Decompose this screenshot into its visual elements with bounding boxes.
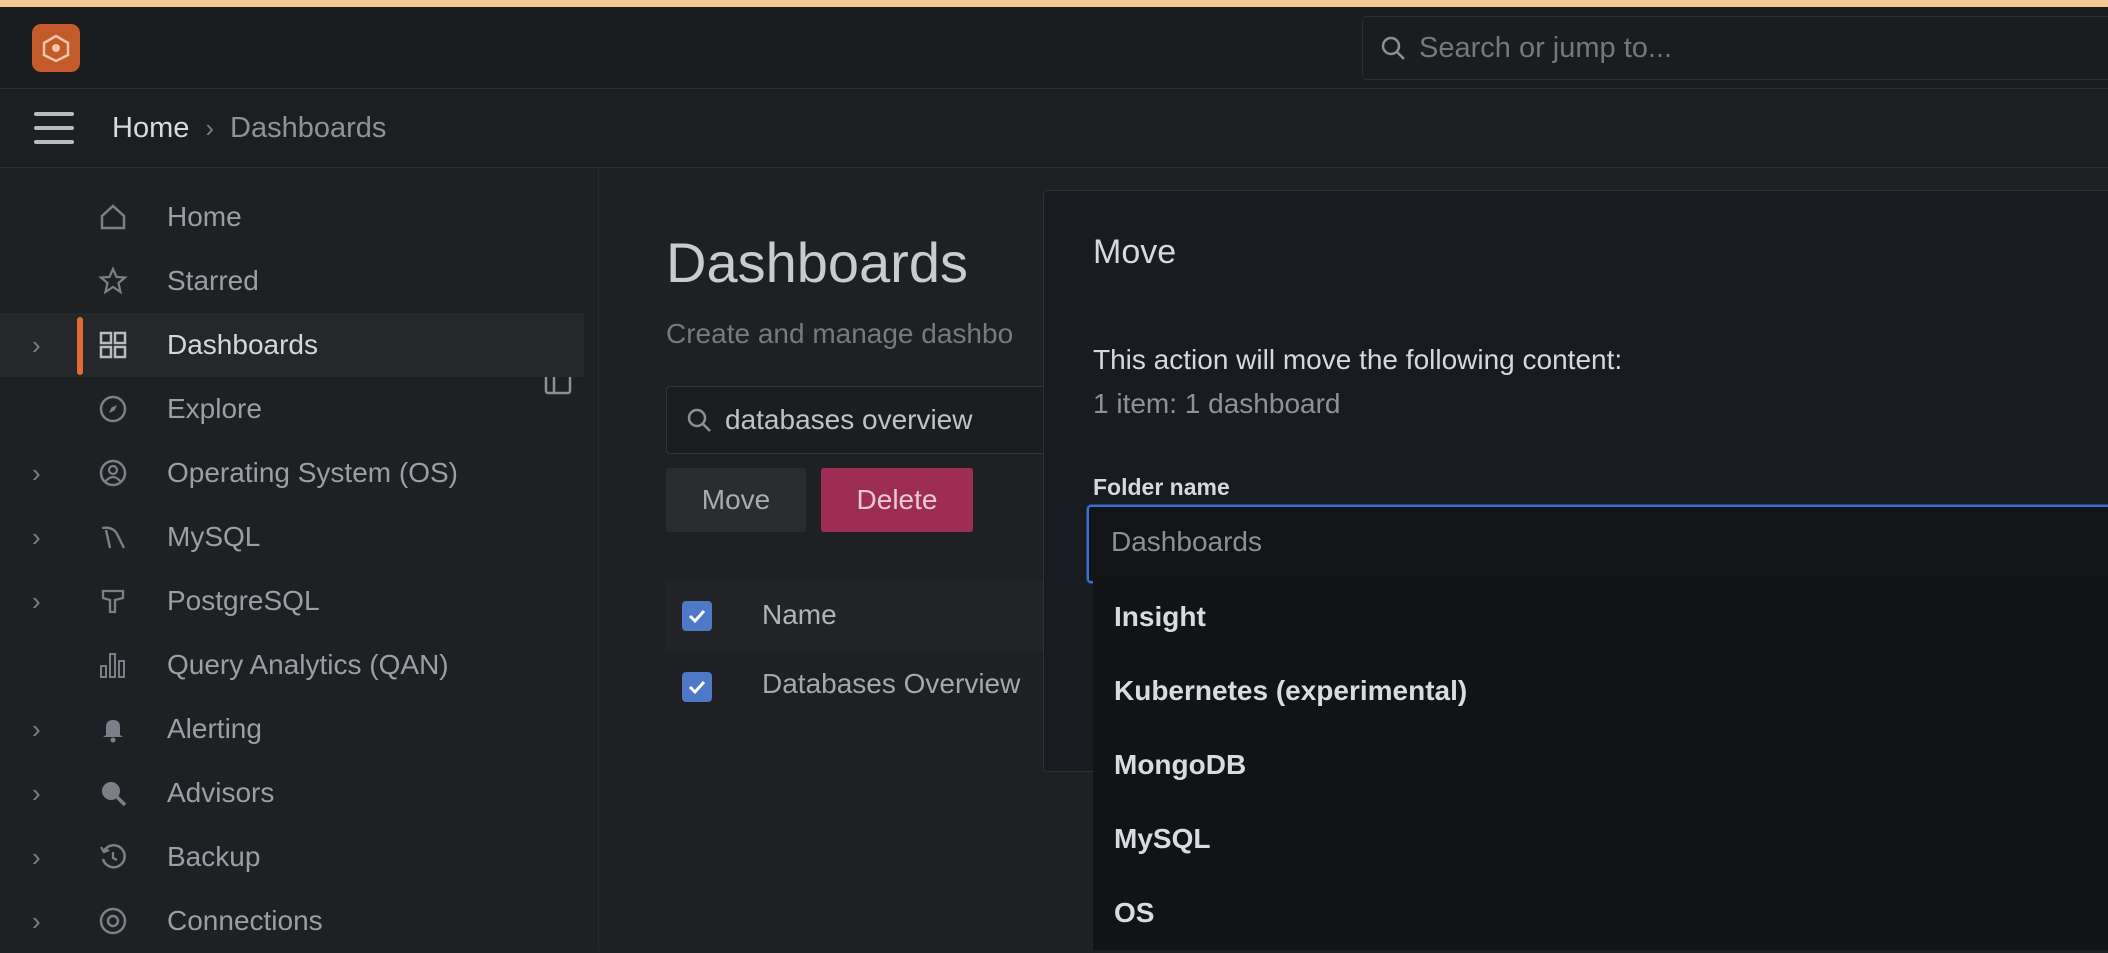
folder-option[interactable]: Kubernetes (experimental) — [1114, 675, 1467, 707]
sidebar-item-label: Connections — [167, 905, 323, 936]
page-subtitle: Create and manage dashbo — [666, 318, 1014, 349]
folder-name-label: Folder name — [1093, 474, 1230, 500]
sidebar-item-label: Starred — [167, 265, 259, 296]
search-icon — [685, 406, 713, 434]
sidebar-item-label: Home — [167, 201, 242, 232]
sidebar-item-label: Advisors — [167, 777, 275, 808]
chevron-right-icon[interactable]: › — [32, 586, 41, 617]
sidebar-item-home[interactable]: Home — [0, 185, 584, 249]
page-title: Dashboards — [666, 231, 968, 294]
sidebar-item-label: Explore — [167, 393, 262, 424]
sidebar-item-label: Dashboards — [167, 329, 318, 360]
chevron-right-icon[interactable]: › — [32, 906, 41, 937]
dashboard-search-value: databases overview — [725, 404, 973, 435]
select-all-checkbox[interactable] — [682, 601, 712, 631]
move-button[interactable]: Move — [666, 468, 806, 532]
sidebar-item-advisors[interactable]: › Advisors — [0, 761, 584, 825]
sidebar-item-label: Alerting — [167, 713, 262, 744]
modal-description: This action will move the following cont… — [1093, 344, 1623, 375]
chevron-right-icon[interactable]: › — [32, 842, 41, 873]
breadcrumb-current: Dashboards — [230, 111, 387, 144]
sidebar-item-connections[interactable]: › Connections — [0, 889, 584, 953]
chevron-right-icon[interactable]: › — [32, 458, 41, 489]
folder-option[interactable]: Insight — [1114, 601, 1206, 633]
row-checkbox[interactable] — [682, 672, 712, 702]
global-search-input[interactable]: Search or jump to... — [1362, 16, 2108, 80]
backup-icon — [96, 840, 130, 874]
menu-hamburger-icon[interactable] — [34, 112, 74, 144]
folder-option[interactable]: MongoDB — [1114, 749, 1246, 781]
advisors-icon — [96, 776, 130, 810]
folder-option[interactable]: OS — [1114, 897, 1154, 929]
sidebar-item-label: Backup — [167, 841, 261, 872]
qan-bars-icon — [96, 648, 130, 682]
sidebar-item-qan[interactable]: Query Analytics (QAN) — [0, 633, 584, 697]
folder-dropdown: Insight Kubernetes (experimental) MongoD… — [1093, 581, 2108, 950]
home-icon — [96, 200, 130, 234]
sidebar-item-starred[interactable]: Starred — [0, 249, 584, 313]
apps-grid-icon — [96, 328, 130, 362]
sidebar-item-backup[interactable]: › Backup — [0, 825, 584, 889]
top-accent-stripe — [0, 0, 2108, 7]
sidebar: Home Starred › Dashboards Explore › Oper… — [0, 168, 599, 950]
connections-icon — [96, 904, 130, 938]
mysql-icon — [96, 520, 130, 554]
sidebar-item-label: Query Analytics (QAN) — [167, 649, 449, 680]
folder-name-input[interactable]: Dashboards — [1087, 505, 2108, 583]
sidebar-item-os[interactable]: › Operating System (OS) — [0, 441, 584, 505]
chevron-right-icon[interactable]: › — [32, 330, 41, 361]
active-indicator — [77, 317, 83, 375]
postgresql-icon — [96, 584, 130, 618]
chevron-right-icon[interactable]: › — [32, 714, 41, 745]
sidebar-item-label: MySQL — [167, 521, 261, 552]
chevron-right-icon[interactable]: › — [32, 778, 41, 809]
pmm-logo-icon[interactable] — [32, 24, 80, 72]
sidebar-item-postgresql[interactable]: › PostgreSQL — [0, 569, 584, 633]
sidebar-item-dashboards[interactable]: › Dashboards — [0, 313, 584, 377]
search-icon — [1379, 34, 1407, 62]
folder-option[interactable]: MySQL — [1114, 823, 1210, 855]
sidebar-item-label: Operating System (OS) — [167, 457, 458, 488]
modal-item-count: 1 item: 1 dashboard — [1093, 388, 1341, 419]
sidebar-item-mysql[interactable]: › MySQL — [0, 505, 584, 569]
breadcrumb-bar: Home › Dashboards — [0, 89, 2108, 168]
os-icon — [96, 456, 130, 490]
table-row-name[interactable]: Databases Overview — [762, 668, 1020, 700]
sidebar-item-label: PostgreSQL — [167, 585, 320, 616]
top-bar: Search or jump to... — [0, 7, 2108, 89]
column-header-name[interactable]: Name — [762, 599, 837, 631]
modal-title: Move — [1093, 233, 1177, 271]
compass-icon — [96, 392, 130, 426]
chevron-right-icon: › — [205, 112, 215, 143]
star-icon — [96, 264, 130, 298]
delete-button[interactable]: Delete — [821, 468, 973, 532]
folder-name-placeholder: Dashboards — [1111, 526, 1262, 557]
chevron-right-icon[interactable]: › — [32, 522, 41, 553]
breadcrumb-home[interactable]: Home — [112, 112, 189, 145]
sidebar-item-explore[interactable]: Explore — [0, 377, 584, 441]
bell-icon — [96, 712, 130, 746]
global-search-placeholder: Search or jump to... — [1419, 31, 1673, 64]
sidebar-item-alerting[interactable]: › Alerting — [0, 697, 584, 761]
